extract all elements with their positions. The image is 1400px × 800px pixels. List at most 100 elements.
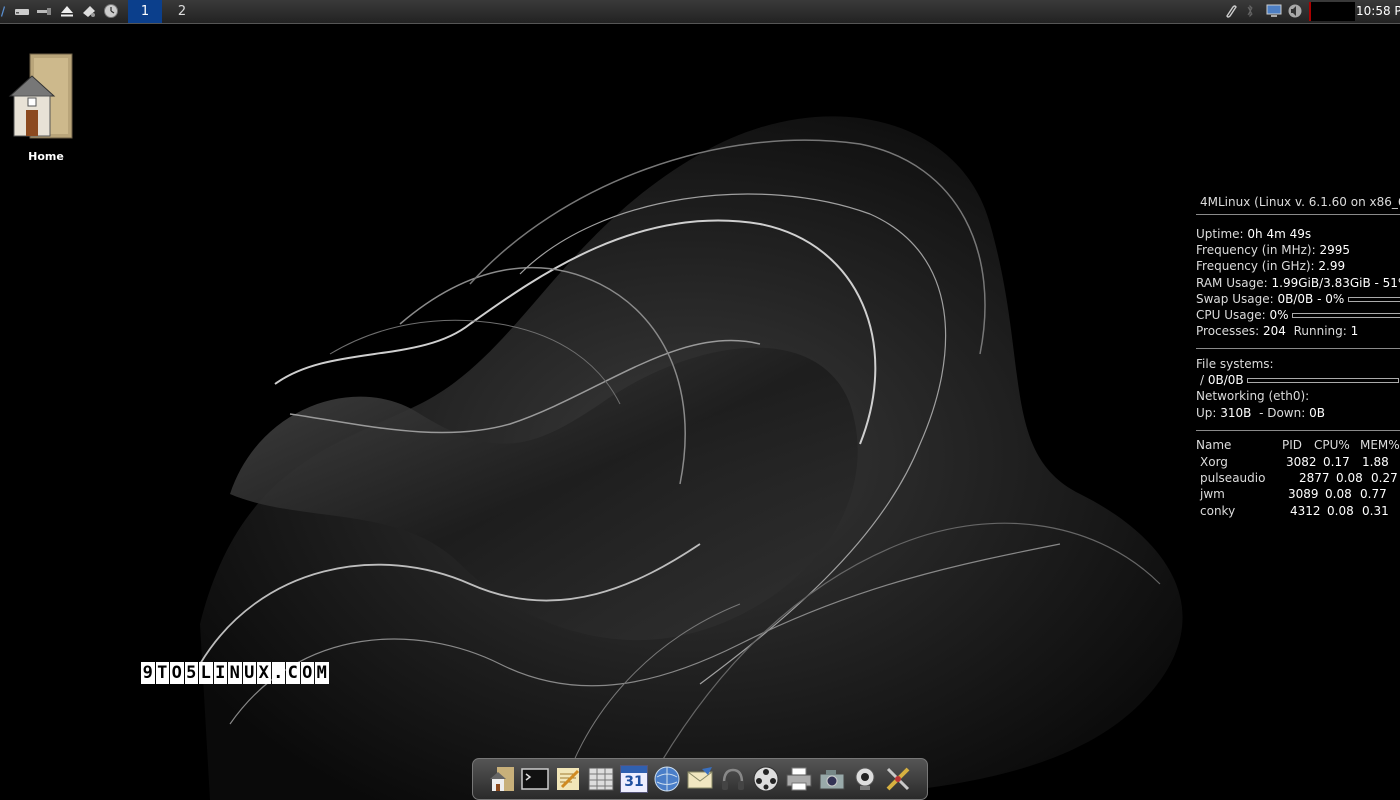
watermark-char: 5	[184, 662, 198, 684]
camera-icon[interactable]	[818, 765, 846, 793]
uptime-value: 0h 4m 49s	[1247, 227, 1312, 241]
clock-app-icon[interactable]	[103, 4, 119, 18]
eject-icon[interactable]	[59, 4, 75, 18]
fs-root: /	[1200, 373, 1205, 387]
terminal-icon[interactable]	[521, 765, 549, 793]
conky-title: 4MLinux (Linux v. 6.1.60 on x86_64	[1200, 195, 1400, 209]
table-row: pulseaudio 2877 0.08 0.27	[1196, 470, 1400, 486]
watermark-char: X	[257, 662, 271, 684]
proc-name: jwm	[1200, 487, 1225, 501]
cpu-label: CPU Usage:	[1196, 308, 1266, 322]
fs-label: File systems:	[1196, 357, 1274, 371]
down-value: 0B	[1309, 406, 1325, 420]
mail-icon[interactable]	[686, 765, 714, 793]
watermark-char: N	[228, 662, 242, 684]
monitor-icon[interactable]	[1266, 4, 1282, 18]
table-row: jwm 3089 0.08 0.77	[1196, 486, 1400, 502]
proc-mem: 0.31	[1362, 504, 1389, 518]
spreadsheet-icon[interactable]	[587, 765, 615, 793]
desktop-icon-label: Home	[28, 150, 64, 163]
proc-pid: 3089	[1288, 487, 1319, 501]
up-label: Up:	[1196, 406, 1217, 420]
down-label: - Down:	[1259, 406, 1306, 420]
uptime-label: Uptime:	[1196, 227, 1244, 241]
divider	[1196, 430, 1400, 431]
video-player-icon[interactable]	[752, 765, 780, 793]
proc-name: pulseaudio	[1200, 471, 1266, 485]
bluetooth-icon[interactable]	[1245, 4, 1255, 18]
processes-value: 204	[1263, 324, 1286, 338]
processes-label: Processes:	[1196, 324, 1260, 338]
desktop-icon-home[interactable]: Home	[8, 52, 76, 163]
proc-cpu: 0.08	[1327, 504, 1354, 518]
swap-bar	[1348, 297, 1400, 302]
top-panel: 1 2 10:58 P	[0, 0, 1400, 24]
proc-cpu: 0.17	[1323, 455, 1350, 469]
watermark-char: L	[199, 662, 213, 684]
fs-value: 0B/0B	[1207, 373, 1244, 387]
drive-icon[interactable]	[14, 4, 30, 18]
watermark-char: .	[271, 662, 285, 684]
freq-ghz-label: Frequency (in GHz):	[1196, 259, 1315, 273]
menu-icon[interactable]	[0, 4, 6, 18]
watermark-char: O	[300, 662, 314, 684]
running-label: Running:	[1293, 324, 1347, 338]
proc-mem: 0.77	[1360, 487, 1387, 501]
headphones-icon[interactable]	[719, 765, 747, 793]
workspace-1-button[interactable]: 1	[128, 0, 162, 23]
calendar-day: 31	[624, 774, 644, 790]
swap-label: Swap Usage:	[1196, 292, 1274, 306]
tray-indicator	[1309, 2, 1355, 21]
proc-pid: 2877	[1299, 471, 1330, 485]
clock[interactable]: 10:58 P	[1356, 0, 1400, 23]
up-value: 310B	[1220, 406, 1252, 420]
proc-mem: 0.27	[1371, 471, 1398, 485]
cpu-value: 0%	[1269, 308, 1289, 322]
webcam-icon[interactable]	[851, 765, 879, 793]
conky-widget: 4MLinux (Linux v. 6.1.60 on x86_64 Uptim…	[1196, 190, 1400, 530]
col-pid: PID	[1282, 438, 1303, 452]
col-mem: MEM%	[1360, 438, 1400, 452]
calendar-icon[interactable]: 31	[620, 765, 648, 793]
flash-icon[interactable]	[81, 4, 97, 18]
cpu-bar	[1292, 313, 1400, 318]
proc-pid: 4312	[1290, 504, 1321, 518]
watermark-char: U	[242, 662, 256, 684]
text-editor-icon[interactable]	[554, 765, 582, 793]
ram-label: RAM Usage:	[1196, 276, 1268, 290]
proc-name: conky	[1200, 504, 1236, 518]
workspace-2-button[interactable]: 2	[168, 0, 196, 23]
watermark-char: 9	[141, 662, 155, 684]
proc-mem: 1.88	[1362, 455, 1389, 469]
printer-icon[interactable]	[785, 765, 813, 793]
running-value: 1	[1350, 324, 1359, 338]
network-icon[interactable]	[36, 4, 52, 18]
home-folder-icon	[8, 53, 73, 139]
table-row: Xorg 3082 0.17 1.88	[1196, 454, 1400, 470]
swap-value: 0B/0B - 0%	[1277, 292, 1345, 306]
dock: 31	[472, 758, 928, 800]
volume-icon[interactable]	[1287, 4, 1303, 18]
col-cpu: CPU%	[1314, 438, 1350, 452]
divider	[1196, 348, 1400, 349]
watermark-char: T	[155, 662, 169, 684]
fs-bar	[1247, 378, 1400, 383]
paperclip-icon[interactable]	[1222, 4, 1238, 18]
settings-icon[interactable]	[884, 765, 912, 793]
col-name: Name	[1196, 438, 1232, 452]
watermark-char: C	[286, 662, 300, 684]
watermark-char: M	[315, 662, 329, 684]
table-row: conky 4312 0.08 0.31	[1196, 503, 1400, 519]
web-browser-icon[interactable]	[653, 765, 681, 793]
watermark-9to5linux: 9 T O 5 L I N U X . C O M	[141, 662, 329, 684]
process-table-header: Name PID CPU% MEM%	[1196, 437, 1400, 453]
file-manager-icon[interactable]	[488, 765, 516, 793]
watermark-char: O	[170, 662, 184, 684]
divider	[1196, 214, 1400, 215]
net-label: Networking (eth0):	[1196, 389, 1310, 403]
proc-cpu: 0.08	[1336, 471, 1363, 485]
freq-ghz-value: 2.99	[1318, 259, 1346, 273]
freq-mhz-label: Frequency (in MHz):	[1196, 243, 1316, 257]
proc-pid: 3082	[1286, 455, 1317, 469]
proc-name: Xorg	[1200, 455, 1228, 469]
